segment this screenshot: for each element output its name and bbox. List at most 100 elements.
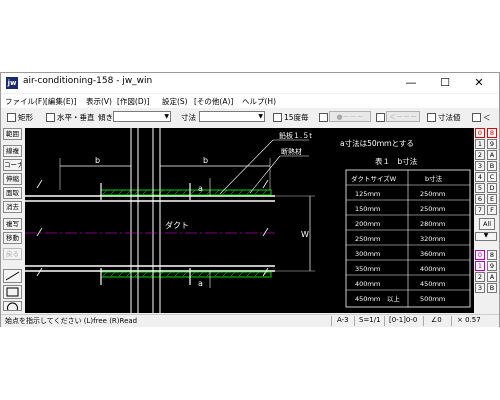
hv-label: 水平・垂直	[57, 113, 95, 122]
tool-range-button[interactable]: 範囲	[3, 128, 22, 140]
layer-group-button[interactable]: 8	[487, 128, 497, 138]
dimval-label: 寸法値	[438, 113, 461, 122]
tool-move-button[interactable]: 移動	[3, 232, 22, 244]
chevron-down-icon: ▼	[258, 113, 263, 120]
menu-draw[interactable]: [作図(D)]	[117, 96, 149, 107]
menu-edit[interactable]: [編集(E)]	[45, 96, 76, 107]
layer-group-button[interactable]: 0	[475, 128, 485, 138]
current-layer[interactable]: [0-1]0-0	[389, 316, 417, 324]
layer-button[interactable]: 0	[475, 250, 485, 260]
layer-button[interactable]: 9	[487, 261, 497, 271]
menu-view[interactable]: 表示(V)	[86, 96, 112, 107]
menu-settings[interactable]: 設定(S)	[162, 96, 188, 107]
dim-a-top-label: a	[198, 184, 203, 193]
status-divider	[354, 316, 355, 326]
status-divider	[423, 316, 424, 326]
cad-drawing: b b a a W ダクト 鉛板１.５t 断熱材 a寸法は50ｍｍとする 表１ …	[25, 128, 471, 313]
tool-undo-button[interactable]: 戻る	[3, 248, 22, 260]
layer-button[interactable]: A	[487, 272, 497, 282]
layer-group-button[interactable]: E	[487, 194, 497, 204]
line-style-button-1[interactable]: ●－－－	[329, 111, 371, 122]
layer-button[interactable]: 3	[475, 283, 485, 293]
layer-button[interactable]: B	[487, 283, 497, 293]
tool-circle-button[interactable]	[3, 301, 22, 311]
table-cell: 250ｍｍ	[420, 190, 446, 198]
dim-b-right-label: b	[203, 156, 208, 165]
menu-other[interactable]: [その他(A)]	[194, 96, 233, 107]
layer-group-button[interactable]: B	[487, 161, 497, 171]
layer-group-button[interactable]: 2	[475, 150, 485, 160]
rect-checkbox[interactable]	[7, 113, 16, 122]
menu-help[interactable]: ヘルプ(H)	[242, 96, 276, 107]
dim-b-left-label: b	[95, 156, 100, 165]
btn1-checkbox[interactable]	[319, 113, 328, 122]
tool-corner-button[interactable]: コーナー	[3, 159, 22, 171]
zoom-readout[interactable]: × 0.57	[457, 316, 481, 324]
status-bar: 始点を指示してください (L)free (R)Read A-3 S=1/1 [0…	[1, 314, 499, 327]
tool-copy-line-button[interactable]: 線複	[3, 145, 22, 157]
tool-stretch-button[interactable]: 伸縮	[3, 173, 22, 185]
layer-group-button[interactable]: 3	[475, 161, 485, 171]
minimize-button[interactable]: —	[397, 75, 425, 91]
layer-group-button[interactable]: A	[487, 150, 497, 160]
plate-label: 鉛板１.５t	[279, 131, 312, 140]
menu-file[interactable]: ファイル(F)	[5, 96, 45, 107]
btn2-checkbox[interactable]	[376, 113, 385, 122]
layer-group-button[interactable]: 6	[475, 194, 485, 204]
all-layers-button[interactable]: All	[479, 218, 495, 230]
tool-copy-button[interactable]: 複写	[3, 218, 22, 230]
paper-size[interactable]: A-3	[337, 316, 349, 324]
table-cell: 400ｍｍ	[355, 280, 381, 288]
layer-button[interactable]: 2	[475, 272, 485, 282]
layer-group-button[interactable]: D	[487, 183, 497, 193]
table-cell: 280ｍｍ	[420, 220, 446, 228]
layer-group-button[interactable]: 5	[475, 183, 485, 193]
b-dimension-table: ダクトサイズW b寸法 125ｍｍ 250ｍｍ 150ｍｍ 250ｍｍ 200ｍ…	[345, 169, 471, 308]
lt-checkbox[interactable]	[472, 113, 481, 122]
slope-combo[interactable]: ▼	[113, 111, 171, 122]
title-bar: jw air-conditioning-158 - jw_win — ☐ ✕	[1, 73, 499, 93]
dim-combo[interactable]: ▼	[199, 111, 265, 122]
app-window: jw air-conditioning-158 - jw_win — ☐ ✕ フ…	[0, 72, 500, 327]
angle-readout[interactable]: ∠0	[431, 316, 442, 324]
layer-group-button[interactable]: C	[487, 172, 497, 182]
status-divider	[384, 316, 385, 326]
status-divider	[451, 316, 452, 326]
table-cell: 150ｍｍ	[355, 205, 381, 213]
table-cell: 300ｍｍ	[355, 250, 381, 258]
rectangle-icon	[6, 287, 19, 297]
dim-label: 寸法	[181, 113, 196, 122]
layer-group-button[interactable]: F	[487, 205, 497, 215]
tool-line-button[interactable]	[3, 269, 22, 283]
table-cell: 400ｍｍ	[420, 265, 446, 273]
table-cell: 250ｍｍ	[420, 205, 446, 213]
chevron-down-icon: ▼	[164, 113, 169, 120]
line-style-button-2[interactable]: ＜－－－	[386, 111, 420, 122]
arrow-down-icon[interactable]: ▼	[475, 232, 497, 241]
hv-checkbox[interactable]	[46, 113, 55, 122]
drawing-scale[interactable]: S=1/1	[359, 316, 381, 324]
status-divider	[331, 316, 332, 326]
layer-group-button[interactable]: 1	[475, 139, 485, 149]
dimval-checkbox[interactable]	[427, 113, 436, 122]
window-title: air-conditioning-158 - jw_win	[23, 76, 153, 86]
deg15-checkbox[interactable]	[273, 113, 282, 122]
tool-chamfer-button[interactable]: 面取	[3, 187, 22, 199]
tool-rect-button[interactable]	[3, 285, 22, 299]
circle-icon	[7, 302, 18, 310]
lt-label: ＜	[483, 113, 491, 122]
menu-bar: ファイル(F) [編集(E)] 表示(V) [作図(D)] 設定(S) [その他…	[1, 94, 499, 108]
layer-group-button[interactable]: 7	[475, 205, 485, 215]
maximize-button[interactable]: ☐	[431, 75, 459, 91]
table-cell: 125ｍｍ	[355, 190, 381, 198]
layer-group-button[interactable]: 9	[487, 139, 497, 149]
layer-group-button[interactable]: 4	[475, 172, 485, 182]
table-title: 表１ b寸法	[375, 156, 418, 166]
table-cell: 450ｍｍ	[420, 280, 446, 288]
layer-button[interactable]: 8	[487, 250, 497, 260]
layer-button[interactable]: 1	[475, 261, 485, 271]
table-cell: 250ｍｍ	[355, 235, 381, 243]
tool-erase-button[interactable]: 消去	[3, 201, 22, 213]
drawing-canvas[interactable]: b b a a W ダクト 鉛板１.５t 断熱材 a寸法は50ｍｍとする 表１ …	[25, 128, 474, 313]
close-button[interactable]: ✕	[465, 75, 493, 91]
